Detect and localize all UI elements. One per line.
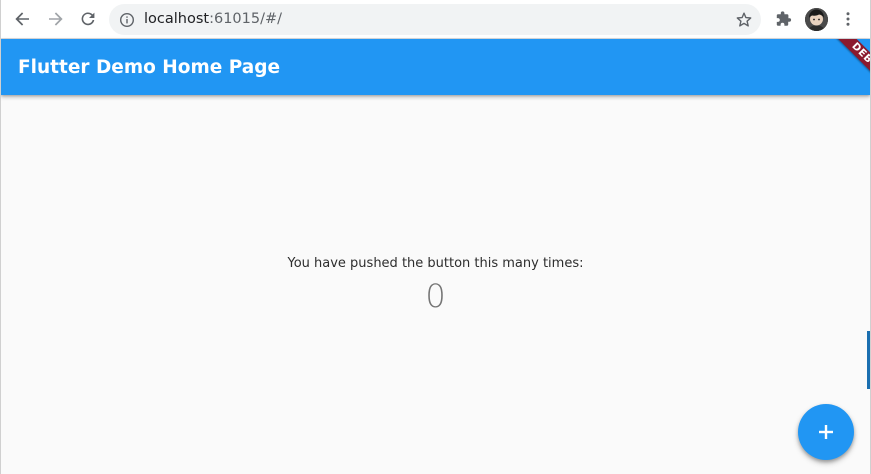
debug-banner-label: DEBUG — [831, 39, 870, 95]
browser-window: localhost:61015/#/ Flutter Demo Home Pag… — [0, 0, 871, 474]
app-bar: Flutter Demo Home Page — [1, 39, 870, 95]
info-icon[interactable] — [119, 12, 135, 28]
window-edge-marker — [867, 331, 870, 389]
reload-button[interactable] — [75, 6, 101, 32]
back-button[interactable] — [10, 6, 36, 32]
extensions-button[interactable] — [771, 6, 797, 32]
counter-value: 0 — [425, 277, 446, 315]
increment-fab[interactable] — [798, 404, 854, 460]
debug-banner: DEBUG — [814, 39, 870, 95]
puzzle-icon — [776, 11, 792, 26]
back-arrow-icon — [15, 12, 29, 26]
url-host: localhost — [144, 11, 210, 27]
url-text[interactable]: localhost:61015/#/ — [144, 11, 282, 28]
profile-picture — [805, 8, 828, 31]
forward-arrow-icon — [49, 12, 63, 26]
browser-toolbar: localhost:61015/#/ — [1, 0, 870, 39]
address-bar[interactable]: localhost:61015/#/ — [109, 4, 761, 35]
browser-menu-button[interactable] — [835, 6, 861, 32]
forward-button[interactable] — [42, 6, 68, 32]
avatar[interactable] — [805, 8, 828, 31]
url-path: :61015/#/ — [209, 11, 283, 27]
add-icon — [819, 425, 833, 439]
kebab-menu-icon — [846, 12, 850, 26]
star-icon[interactable] — [735, 11, 753, 29]
app-body: You have pushed the button this many tim… — [1, 95, 870, 474]
counter-message: You have pushed the button this many tim… — [287, 256, 584, 271]
reload-icon — [81, 12, 95, 26]
app-title: Flutter Demo Home Page — [18, 57, 281, 78]
